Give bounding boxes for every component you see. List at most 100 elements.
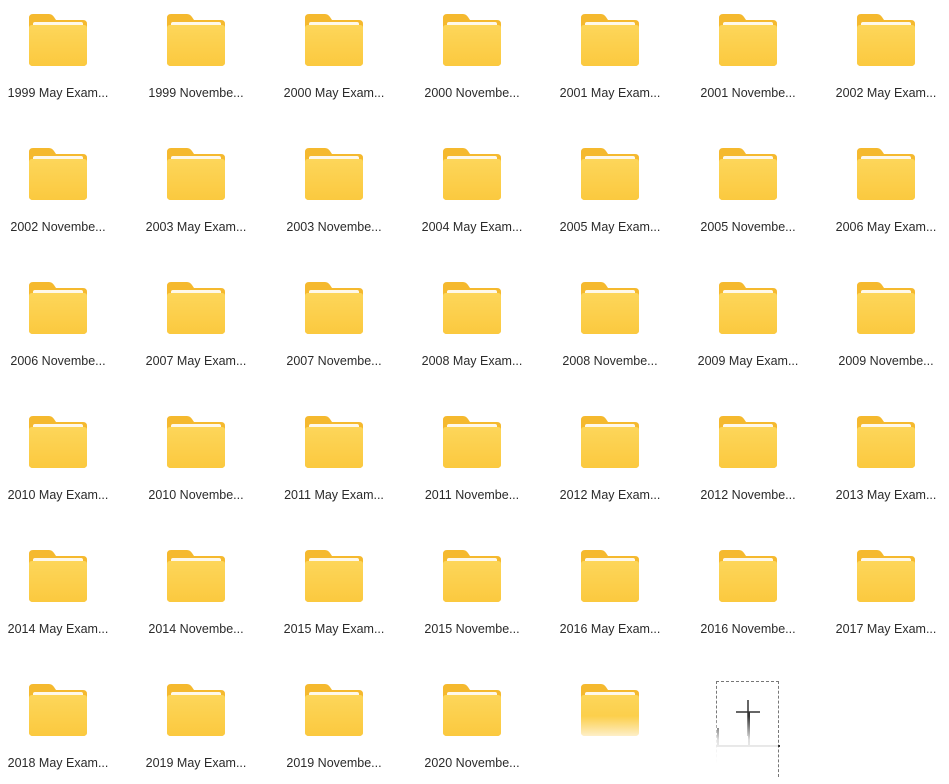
folder-item[interactable]: 2008 Novembe... [552, 268, 668, 378]
folder-item[interactable]: 2011 Novembe... [414, 402, 530, 512]
folder-item[interactable]: 2014 Novembe... [138, 536, 254, 646]
folder-icon [165, 548, 227, 604]
folder-item[interactable]: 2000 May Exam... [276, 0, 392, 110]
folder-label: 2011 Novembe... [424, 488, 520, 502]
folder-item[interactable]: 2000 Novembe... [414, 0, 530, 110]
folder-icon [579, 146, 641, 202]
folder-label: 2001 May Exam... [559, 86, 661, 100]
folder-item[interactable]: 2004 May Exam... [414, 134, 530, 244]
folder-icon [441, 146, 503, 202]
folder-item[interactable]: 2016 Novembe... [690, 536, 806, 646]
folder-item[interactable]: 2012 Novembe... [690, 402, 806, 512]
folder-item[interactable]: 2012 May Exam... [552, 402, 668, 512]
folder-icon [855, 12, 917, 68]
folder-item[interactable]: 2007 Novembe... [276, 268, 392, 378]
folder-item[interactable]: 2017 May Exam... [828, 536, 944, 646]
folder-icon [579, 280, 641, 336]
folder-icon [303, 280, 365, 336]
folder-item[interactable]: 2008 May Exam... [414, 268, 530, 378]
folder-label: 2019 May Exam... [145, 756, 247, 770]
folder-icon [717, 12, 779, 68]
folder-label: 2000 May Exam... [283, 86, 385, 100]
folder-item[interactable]: 2014 May Exam... [0, 536, 116, 646]
drag-artifact-line [717, 728, 719, 746]
folder-icon [165, 146, 227, 202]
folder-icon [579, 548, 641, 604]
folder-label: 2018 May Exam... [7, 756, 109, 770]
folder-icon [303, 146, 365, 202]
folder-icon [441, 12, 503, 68]
folder-item[interactable]: 2009 May Exam... [690, 268, 806, 378]
folder-item[interactable]: 2003 Novembe... [276, 134, 392, 244]
folder-item[interactable]: 1999 May Exam... [0, 0, 116, 110]
folder-label: 2008 Novembe... [562, 354, 658, 368]
folder-item[interactable]: 2015 Novembe... [414, 536, 530, 646]
folder-label: 2005 Novembe... [700, 220, 796, 234]
folder-label: 2002 May Exam... [835, 86, 937, 100]
folder-icon [27, 12, 89, 68]
folder-icon [165, 280, 227, 336]
folder-item[interactable]: 2010 May Exam... [0, 402, 116, 512]
folder-label: 2006 May Exam... [835, 220, 937, 234]
folder-label: 2007 May Exam... [145, 354, 247, 368]
folder-item[interactable]: 2011 May Exam... [276, 402, 392, 512]
folder-item[interactable]: 2002 May Exam... [828, 0, 944, 110]
folder-item[interactable]: 2010 Novembe... [138, 402, 254, 512]
folder-label: 2005 May Exam... [559, 220, 661, 234]
folder-icon [165, 12, 227, 68]
folder-label: 2009 Novembe... [838, 354, 934, 368]
folder-item[interactable]: 2005 May Exam... [552, 134, 668, 244]
folder-icon [27, 414, 89, 470]
folder-item[interactable]: 2015 May Exam... [276, 536, 392, 646]
folder-item[interactable]: 2018 May Exam... [0, 670, 116, 780]
folder-label: 2008 May Exam... [421, 354, 523, 368]
folder-label: 2015 May Exam... [283, 622, 385, 636]
folder-label: 2016 May Exam... [559, 622, 661, 636]
folder-icon [717, 414, 779, 470]
folder-item[interactable]: 2006 Novembe... [0, 268, 116, 378]
folder-icon [441, 280, 503, 336]
drag-artifact-line [748, 712, 750, 746]
folder-label: 1999 Novembe... [148, 86, 244, 100]
folder-label: 2012 May Exam... [559, 488, 661, 502]
folder-item[interactable]: 2006 May Exam... [828, 134, 944, 244]
folder-item[interactable]: 2009 Novembe... [828, 268, 944, 378]
folder-icon [303, 12, 365, 68]
folder-label: 2016 Novembe... [700, 622, 796, 636]
folder-label: 2020 Novembe... [424, 756, 520, 770]
folder-label: 2010 May Exam... [7, 488, 109, 502]
folder-icon [441, 414, 503, 470]
folder-label: 2012 Novembe... [700, 488, 796, 502]
folder-icon [855, 414, 917, 470]
folder-item[interactable]: 2002 Novembe... [0, 134, 116, 244]
folder-item[interactable] [552, 670, 668, 780]
folder-item[interactable]: 2001 May Exam... [552, 0, 668, 110]
folder-item[interactable]: 2016 May Exam... [552, 536, 668, 646]
folder-item[interactable]: 2019 Novembe... [276, 670, 392, 780]
folder-item[interactable]: 2020 Novembe... [414, 670, 530, 780]
folder-grid: 1999 May Exam... 1999 Novembe... 2000 May … [0, 0, 949, 784]
folder-label: 2007 Novembe... [286, 354, 382, 368]
folder-item[interactable]: 2007 May Exam... [138, 268, 254, 378]
folder-icon [303, 548, 365, 604]
folder-item[interactable]: 2003 May Exam... [138, 134, 254, 244]
folder-icon [717, 280, 779, 336]
folder-label: 2014 May Exam... [7, 622, 109, 636]
folder-label: 2009 May Exam... [697, 354, 799, 368]
folder-icon [441, 682, 503, 738]
folder-icon [855, 548, 917, 604]
folder-item[interactable]: 2005 Novembe... [690, 134, 806, 244]
folder-item[interactable]: 2001 Novembe... [690, 0, 806, 110]
folder-icon [303, 682, 365, 738]
folder-label: 2002 Novembe... [10, 220, 106, 234]
folder-icon [855, 146, 917, 202]
folder-item[interactable]: 2019 May Exam... [138, 670, 254, 780]
folder-item[interactable]: 2013 May Exam... [828, 402, 944, 512]
folder-icon [717, 548, 779, 604]
folder-icon [579, 12, 641, 68]
folder-label: 2015 Novembe... [424, 622, 520, 636]
folder-item[interactable]: 1999 Novembe... [138, 0, 254, 110]
folder-icon [855, 280, 917, 336]
folder-icon [27, 280, 89, 336]
folder-label: 2010 Novembe... [148, 488, 244, 502]
